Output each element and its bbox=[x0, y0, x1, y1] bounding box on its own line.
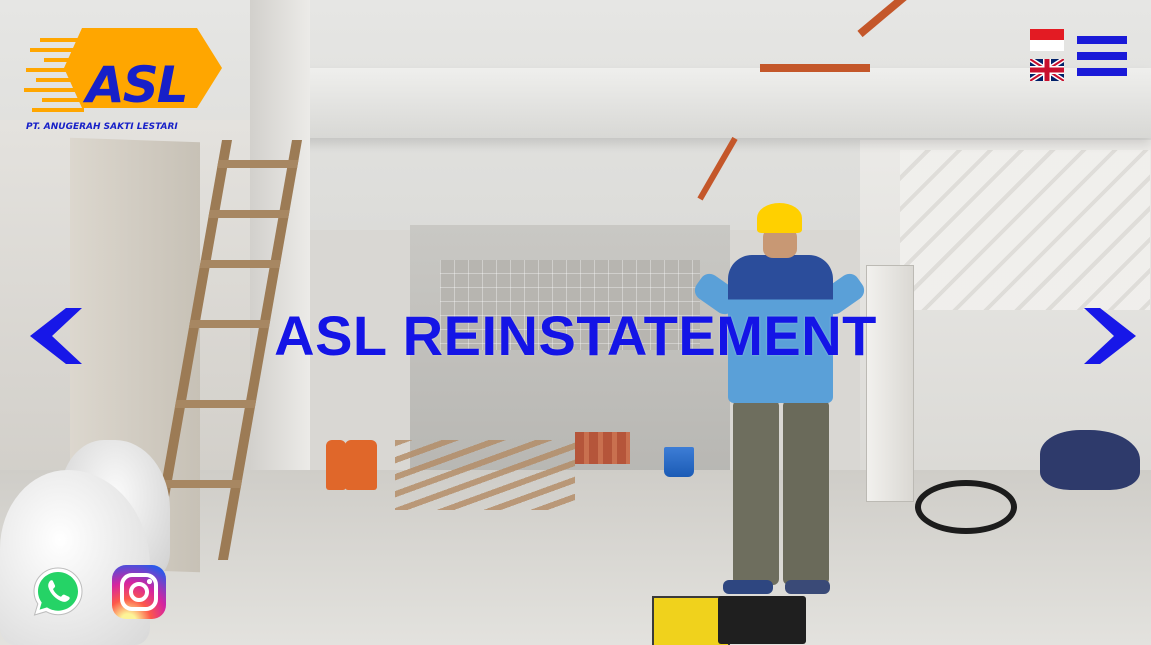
wood-debris bbox=[395, 440, 575, 510]
hero-title: ASL REINSTATEMENT bbox=[274, 304, 877, 367]
instagram-button[interactable] bbox=[111, 564, 167, 620]
white-door bbox=[866, 265, 914, 502]
chevron-right-icon bbox=[1084, 308, 1136, 364]
instagram-icon bbox=[112, 565, 166, 619]
indonesia-flag-icon bbox=[1030, 29, 1064, 51]
language-indonesian-button[interactable] bbox=[1030, 29, 1064, 51]
slider-next-button[interactable] bbox=[1082, 306, 1138, 366]
blue-bucket bbox=[664, 447, 694, 477]
company-logo[interactable]: ASL PT. ANUGERAH SAKTI LESTARI bbox=[22, 26, 232, 138]
black-toolbox bbox=[718, 596, 806, 644]
ceiling-beam bbox=[270, 68, 1151, 138]
menu-bar bbox=[1077, 68, 1127, 76]
uk-flag-icon bbox=[1028, 56, 1066, 84]
menu-bar bbox=[1077, 52, 1127, 60]
hero-slider-page: ASL PT. ANUGERAH SAKTI LESTARI ASL REINS… bbox=[0, 0, 1151, 645]
company-name: PT. ANUGERAH SAKTI LESTARI bbox=[26, 122, 178, 132]
whatsapp-button[interactable] bbox=[30, 564, 86, 620]
menu-bar bbox=[1077, 36, 1127, 44]
whatsapp-icon bbox=[33, 567, 83, 616]
construction-worker bbox=[690, 200, 869, 600]
stairs bbox=[900, 150, 1150, 310]
blue-tarp bbox=[1040, 430, 1140, 490]
hamburger-menu-icon[interactable] bbox=[1077, 36, 1127, 78]
gas-cylinder bbox=[345, 440, 377, 490]
orange-pipe bbox=[760, 64, 870, 72]
brick-pile bbox=[575, 432, 630, 464]
language-english-button[interactable] bbox=[1028, 56, 1066, 84]
gas-cylinder bbox=[326, 440, 346, 490]
cable-coil bbox=[915, 480, 1017, 534]
logo-wordmark: ASL bbox=[86, 56, 189, 114]
